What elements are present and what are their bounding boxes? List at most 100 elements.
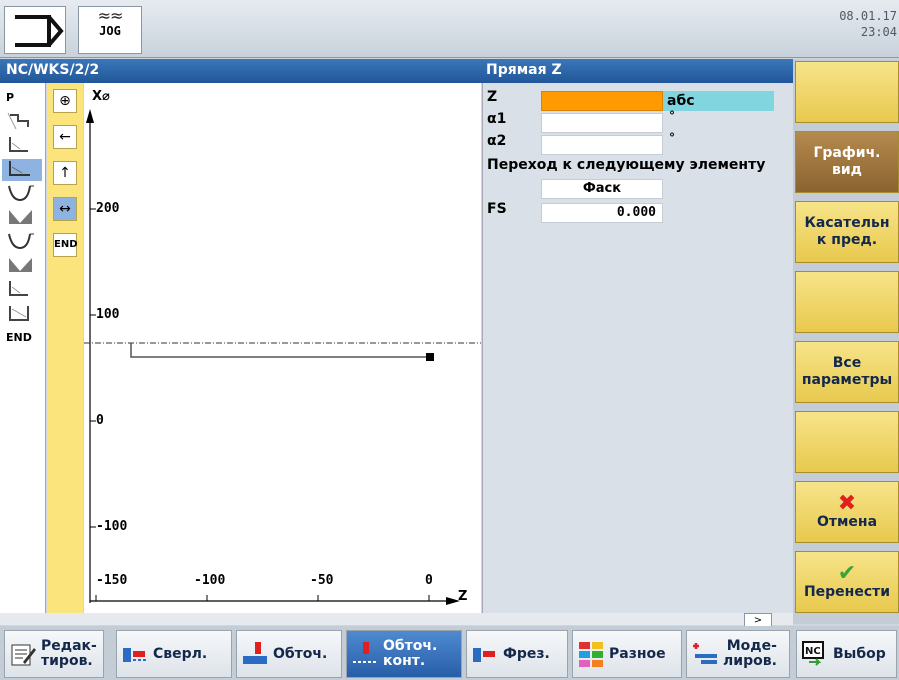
softkey-label: Графич. [813, 145, 881, 161]
softkey-vertical-6[interactable] [795, 411, 899, 473]
cancel-button[interactable]: ✖ Отмена [795, 481, 899, 543]
element-title: Прямая Z [486, 62, 562, 78]
horizontal-scroll-strip [0, 613, 793, 625]
date-text: 08.01.17 [839, 9, 897, 23]
softkey-label: к пред. [816, 232, 878, 248]
turning-button[interactable]: Обточ. [236, 630, 342, 678]
drill-icon [123, 648, 147, 662]
contour-icon-9[interactable] [2, 303, 42, 325]
drilling-button[interactable]: Сверл. [116, 630, 232, 678]
softkey-label: тиров. [41, 653, 93, 669]
z-tick-label: -150 [96, 573, 128, 588]
select-button[interactable]: NC Выбор [796, 630, 897, 678]
transition-select[interactable]: Фаск [541, 179, 663, 199]
graphic-view-button[interactable]: Графич. вид [795, 131, 899, 193]
softkey-label: Касательн [804, 215, 890, 231]
edit-button[interactable]: Редак-тиров. [4, 630, 104, 678]
softkey-label: Перенести [803, 583, 891, 600]
fs-label: FS [487, 201, 507, 217]
edit-pencil-icon [11, 644, 36, 666]
machine-mode-icon[interactable] [4, 6, 66, 54]
program-bracket-icon [15, 15, 64, 47]
parameter-form: Z абс α1 ° α2 ° Переход к следующему эле… [482, 83, 793, 613]
jog-mode-indicator[interactable]: ≈≈ JOG [78, 6, 142, 54]
contour-graphic[interactable]: X⌀ Z 200 100 0 -100 -150 -100 -50 0 [84, 83, 481, 613]
misc-grid-icon [579, 642, 603, 667]
softkey-vertical-1[interactable] [795, 61, 899, 123]
arrow-up-icon[interactable]: ↑ [53, 161, 77, 185]
z-tick-label: -100 [194, 573, 226, 588]
arrow-left-icon[interactable]: ← [53, 125, 77, 149]
path-header: NC/WKS/2/2 Прямая Z [0, 59, 793, 83]
fs-input[interactable]: 0.000 [541, 203, 663, 223]
softkey-label: лиров. [723, 653, 777, 669]
accept-check-icon: ✔ [837, 560, 857, 586]
softkey-label: параметры [801, 372, 893, 388]
z-axis-label: Z [458, 589, 468, 604]
softkey-label: конт. [383, 653, 426, 669]
top-status-bar: ≈≈ JOG 08.01.17 23:04 [0, 0, 899, 58]
contour-icon-5[interactable] [2, 207, 42, 229]
milling-icon [473, 648, 495, 662]
x-tick-label: 100 [96, 307, 120, 322]
x-axis-label: X⌀ [92, 89, 110, 104]
cancel-x-icon: ✖ [837, 490, 857, 516]
softkey-label: Сверл. [153, 646, 208, 662]
arrow-horizontal-icon[interactable]: ↔ [53, 197, 77, 221]
alpha2-unit: ° [669, 131, 675, 145]
end-button[interactable]: END [53, 233, 78, 257]
softkey-label: Обточ. [383, 638, 438, 654]
z-tick-label: 0 [425, 573, 433, 588]
contour-icon-6[interactable] [2, 231, 42, 253]
contour-icon-2[interactable] [2, 135, 42, 157]
alpha2-input[interactable] [541, 135, 663, 155]
time-text: 23:04 [860, 25, 897, 39]
softkey-label: Выбор [833, 646, 886, 662]
accept-button[interactable]: ✔ Перенести [795, 551, 899, 613]
alpha1-unit: ° [669, 109, 675, 123]
softkey-label: Отмена [816, 513, 878, 530]
z-label: Z [487, 89, 498, 105]
contour-icon-8[interactable] [2, 279, 42, 301]
alpha1-label: α1 [487, 111, 507, 127]
all-parameters-button[interactable]: Все параметры [795, 341, 899, 403]
transition-label: Переход к следующему элементу [487, 157, 766, 173]
jog-label: JOG [99, 24, 121, 38]
contour-icon-1[interactable] [2, 111, 42, 133]
program-path: NC/WKS/2/2 [6, 62, 100, 78]
turning-icon [243, 642, 267, 664]
end-label[interactable]: END [2, 327, 42, 349]
simulation-icon [693, 643, 717, 664]
jog-waves-icon: ≈≈ [97, 6, 124, 25]
program-header-icon[interactable]: P [2, 87, 42, 109]
softkey-label: Разное [609, 646, 666, 662]
contour-plot [84, 109, 481, 605]
alpha1-input[interactable] [541, 113, 663, 133]
contour-turning-button[interactable]: Обточ. конт. [346, 630, 462, 678]
date-time: 08.01.17 23:04 [839, 8, 897, 40]
vertical-softkey-bar: Графич. вид Касательн к пред. Все параме… [793, 59, 899, 624]
x-tick-label: 200 [96, 201, 120, 216]
misc-button[interactable]: Разное [572, 630, 682, 678]
x-tick-label: 0 [96, 413, 104, 428]
softkey-label: Фрез. [503, 646, 550, 662]
milling-button[interactable]: Фрез. [466, 630, 568, 678]
z-input[interactable] [541, 91, 663, 111]
crosshair-icon[interactable]: ⊕ [53, 89, 77, 113]
horizontal-softkey-bar: Редак-тиров. Сверл. Обточ. Обточ. конт. Ф… [0, 626, 899, 680]
contour-icon-3[interactable] [2, 159, 42, 181]
contour-icon-4[interactable] [2, 183, 42, 205]
alpha2-label: α2 [487, 133, 507, 149]
z-tick-label: -50 [310, 573, 334, 588]
contour-element-list: P END [0, 83, 46, 613]
direction-strip: ⊕ ← ↑ ↔ END [47, 83, 83, 613]
tangent-to-previous-button[interactable]: Касательн к пред. [795, 201, 899, 263]
x-tick-label: -100 [96, 519, 128, 534]
simulation-button[interactable]: Моде-лиров. [686, 630, 790, 678]
softkey-vertical-4[interactable] [795, 271, 899, 333]
contour-icon-7[interactable] [2, 255, 42, 277]
contour-turning-icon [353, 642, 377, 663]
z-mode-select[interactable]: абс [663, 91, 774, 111]
softkey-label: Редак- [41, 638, 97, 654]
softkey-label: Все [832, 355, 862, 371]
